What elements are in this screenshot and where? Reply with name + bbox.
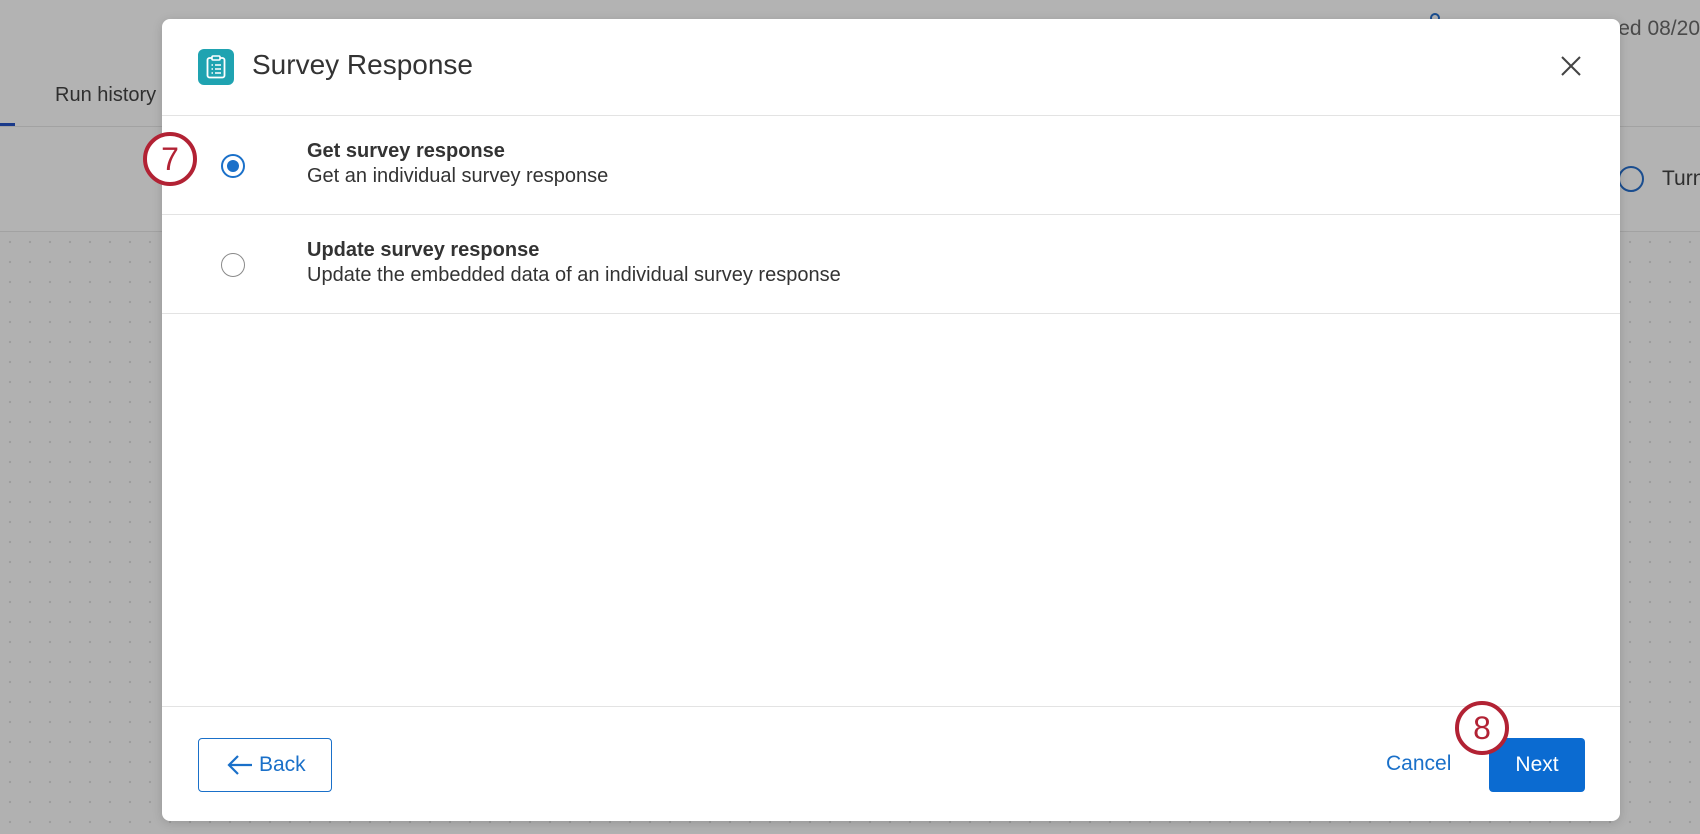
step-annotation-7: 7	[143, 132, 197, 186]
option-description: Update the embedded data of an individua…	[307, 264, 841, 286]
last-updated-text: ed 08/20	[1618, 17, 1700, 40]
option-title: Get survey response	[307, 140, 505, 162]
back-button[interactable]: Back	[198, 738, 332, 792]
active-tab-indicator	[0, 123, 15, 126]
close-button[interactable]	[1554, 49, 1588, 83]
toggle-switch[interactable]	[1618, 166, 1644, 192]
step-annotation-8: 8	[1455, 701, 1509, 755]
back-button-label: Back	[259, 753, 306, 776]
toggle-label: Turn	[1662, 167, 1700, 190]
arrow-left-icon	[227, 755, 252, 775]
clipboard-icon	[198, 49, 234, 85]
survey-response-dialog: Survey Response Get survey response Get …	[162, 19, 1620, 821]
page-root: ed 08/20 Run history Turn Survey Respons…	[0, 0, 1700, 834]
option-update-survey-response[interactable]: Update survey response Update the embedd…	[162, 215, 1620, 314]
next-button[interactable]: Next	[1489, 738, 1585, 792]
tab-run-history[interactable]: Run history	[55, 84, 156, 107]
dialog-header: Survey Response	[162, 19, 1620, 116]
close-icon	[1561, 56, 1581, 76]
cancel-button[interactable]: Cancel	[1386, 752, 1451, 776]
dialog-title: Survey Response	[252, 49, 474, 80]
option-get-survey-response[interactable]: Get survey response Get an individual su…	[162, 116, 1620, 215]
dialog-footer: Back Cancel Next	[162, 706, 1620, 821]
radio-get-survey-response[interactable]	[221, 154, 245, 178]
radio-update-survey-response[interactable]	[221, 253, 245, 277]
option-description: Get an individual survey response	[307, 165, 609, 187]
option-title: Update survey response	[307, 239, 540, 261]
